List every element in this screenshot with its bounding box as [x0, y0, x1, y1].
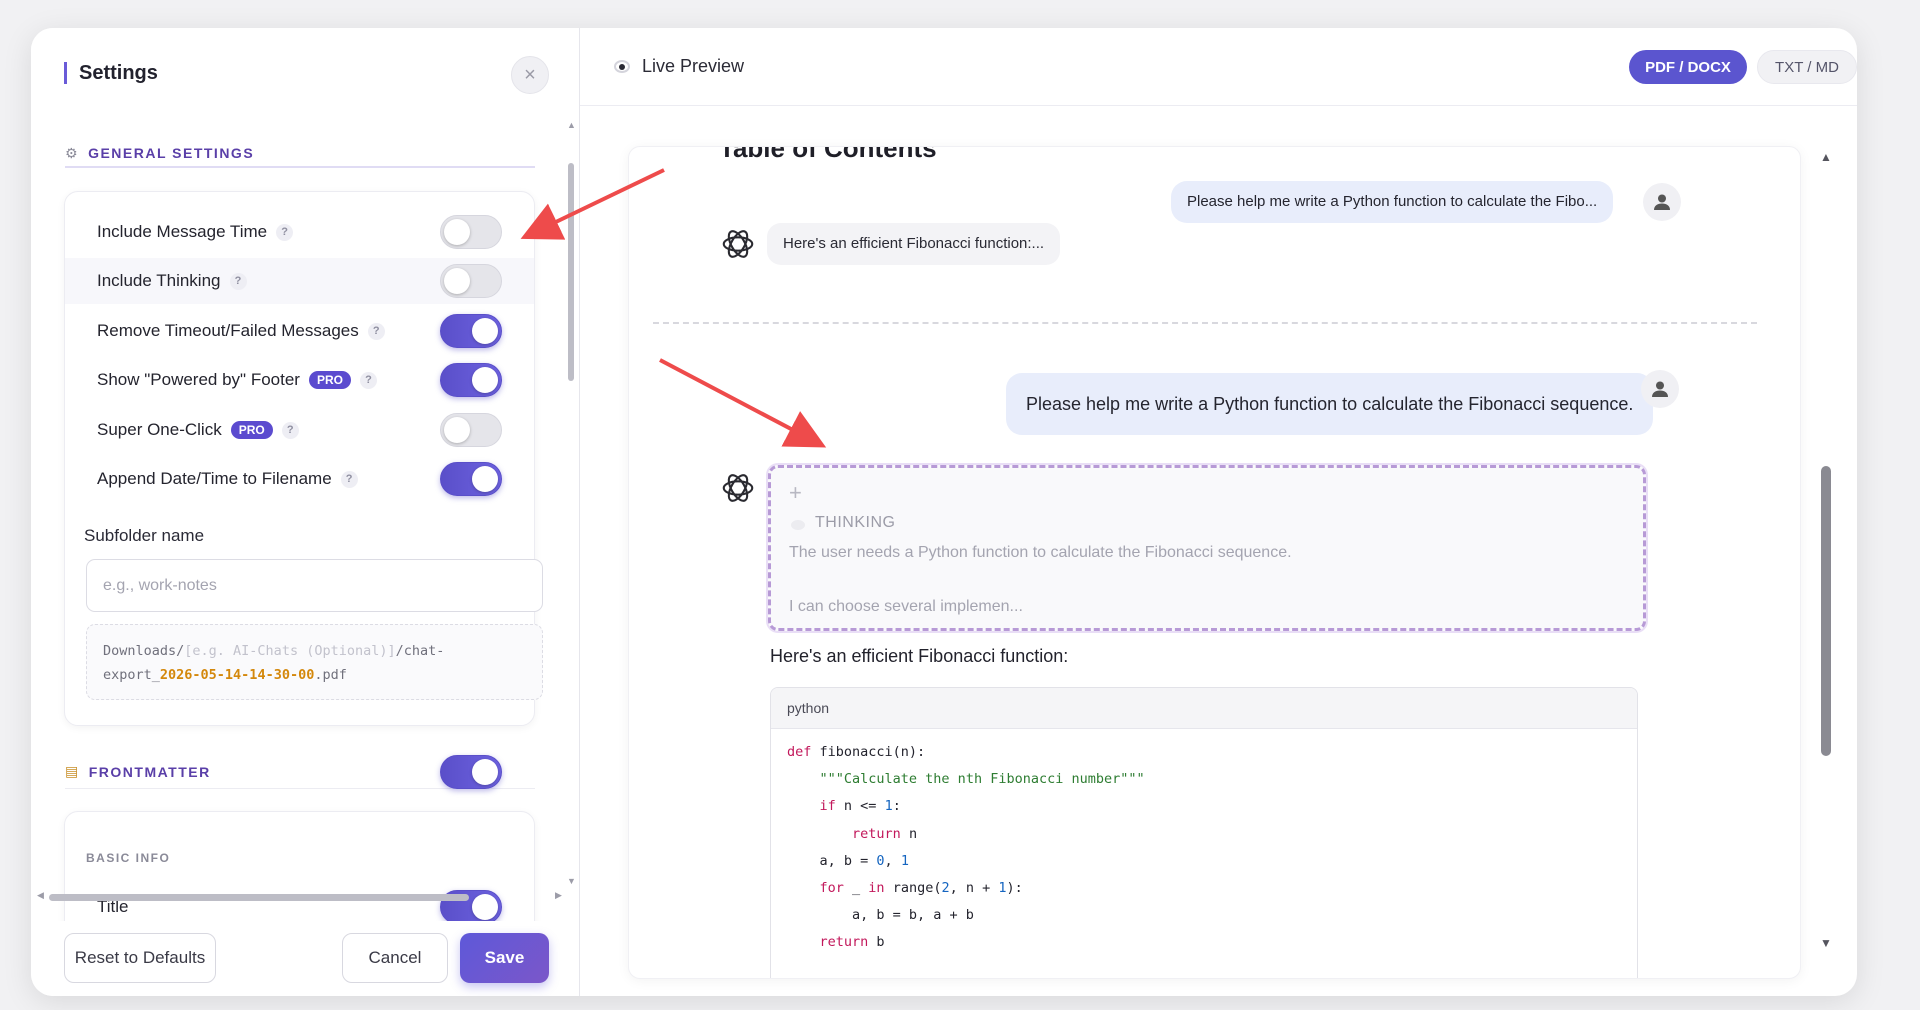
toggle-remove-timeout[interactable]: [440, 314, 502, 348]
thinking-label: THINKING: [815, 514, 896, 531]
filename-preview: Downloads/[e.g. AI-Chats (Optional)]/cha…: [86, 624, 543, 700]
settings-panel: Settings × ⚙ GENERAL SETTINGS Include Me…: [31, 28, 580, 996]
pro-badge: PRO: [230, 421, 273, 439]
document-icon: ▤: [65, 763, 80, 779]
app-window: Settings × ⚙ GENERAL SETTINGS Include Me…: [31, 28, 1857, 996]
scroll-down-icon[interactable]: ▼: [567, 876, 576, 886]
preview-title: Live Preview: [642, 56, 745, 76]
horizontal-scroll-thumb[interactable]: [49, 894, 469, 901]
user-avatar-icon: [1641, 370, 1679, 408]
scroll-right-icon[interactable]: ▶: [555, 890, 562, 901]
section-divider: [653, 322, 1757, 324]
settings-scroll-area[interactable]: ⚙ GENERAL SETTINGS Include Message Time …: [31, 118, 580, 921]
path-timestamp: 2026-05-14-14-30-00: [159, 667, 315, 683]
toggle-knob: [472, 367, 498, 393]
path-ext: .pdf: [314, 667, 347, 683]
help-icon[interactable]: ?: [229, 272, 247, 290]
thinking-block[interactable]: + THINKING The user needs a Python funct…: [768, 465, 1646, 631]
cancel-button[interactable]: Cancel: [342, 933, 448, 983]
toggle-knob: [472, 318, 498, 344]
user-avatar-icon: [1643, 183, 1681, 221]
close-button[interactable]: ×: [511, 56, 549, 94]
option-label: Include Thinking: [97, 271, 221, 290]
format-pdf-docx-button[interactable]: PDF / DOCX: [1629, 50, 1747, 84]
help-icon[interactable]: ?: [367, 322, 385, 340]
toggle-frontmatter[interactable]: [440, 755, 502, 789]
general-settings-heading: ⚙ GENERAL SETTINGS: [65, 140, 535, 168]
code-language-label: python: [771, 688, 1637, 729]
subfolder-label: Subfolder name: [84, 526, 205, 545]
toggle-include-thinking[interactable]: [440, 264, 502, 298]
code-block: python def fibonacci(n): """Calculate th…: [770, 687, 1638, 978]
thinking-line-1: The user needs a Python function to calc…: [789, 544, 1292, 561]
option-label: Show "Powered by" Footer: [97, 370, 300, 389]
help-icon[interactable]: ?: [281, 421, 299, 439]
toggle-knob: [444, 417, 470, 443]
toggle-knob: [472, 466, 498, 492]
option-label: Super One-Click: [97, 420, 222, 439]
path-prefix: Downloads/: [103, 643, 185, 659]
option-include-thinking: Include Thinking ?: [65, 258, 534, 304]
settings-header: Settings ×: [31, 28, 580, 118]
scroll-up-icon[interactable]: ▲: [567, 120, 576, 130]
thought-bubble-icon: [791, 520, 805, 530]
preview-panel: Live Preview PDF / DOCX TXT / MD Table o…: [580, 28, 1857, 996]
preview-header: Live Preview PDF / DOCX TXT / MD: [580, 28, 1857, 106]
preview-scroll-down-icon[interactable]: ▼: [1820, 936, 1832, 950]
preview-scroll-up-icon[interactable]: ▲: [1820, 150, 1832, 164]
option-label: Append Date/Time to Filename: [97, 469, 332, 488]
toc-ai-message: Here's an efficient Fibonacci function:.…: [767, 223, 1061, 265]
toc-title: Table of Contents: [719, 146, 937, 163]
openai-logo-icon: [722, 474, 754, 502]
reset-to-defaults-button[interactable]: Reset to Defaults: [64, 933, 216, 983]
help-icon[interactable]: ?: [359, 371, 377, 389]
user-message: Please help me write a Python function t…: [1006, 373, 1654, 435]
toggle-knob: [444, 268, 470, 294]
eye-icon: [614, 60, 630, 73]
option-include-message-time: Include Message Time ?: [65, 209, 534, 255]
document-preview[interactable]: Table of Contents Please help me write a…: [628, 146, 1801, 979]
answer-text: Here's an efficient Fibonacci function:: [770, 646, 1069, 666]
vertical-scroll-thumb[interactable]: [568, 163, 574, 381]
close-icon: ×: [524, 63, 536, 86]
openai-logo-icon: [722, 230, 754, 258]
toggle-super-one-click[interactable]: [440, 413, 502, 447]
preview-scroll-thumb[interactable]: [1821, 466, 1831, 756]
settings-title: Settings: [64, 62, 158, 84]
option-powered-by-footer: Show "Powered by" Footer PRO ?: [65, 357, 534, 403]
thinking-line-2: I can choose several implemen...: [789, 598, 1023, 615]
option-label: Include Message Time: [97, 222, 268, 241]
frontmatter-heading: ▤ FRONTMATTER: [65, 755, 535, 789]
toggle-knob: [444, 219, 470, 245]
frontmatter-card: Title: [64, 811, 535, 921]
option-remove-timeout: Remove Timeout/Failed Messages ?: [65, 308, 534, 354]
settings-footer: Reset to Defaults Cancel Save: [31, 921, 580, 996]
general-settings-title: GENERAL SETTINGS: [88, 145, 255, 161]
expand-icon[interactable]: +: [789, 480, 802, 506]
pro-badge: PRO: [308, 371, 351, 389]
help-icon[interactable]: ?: [276, 223, 294, 241]
subfolder-input[interactable]: [86, 559, 543, 612]
option-title: Title: [65, 884, 534, 921]
save-button[interactable]: Save: [460, 933, 549, 983]
toggle-append-datetime[interactable]: [440, 462, 502, 496]
option-append-datetime: Append Date/Time to Filename ?: [65, 456, 534, 502]
toc-user-message: Please help me write a Python function t…: [1171, 181, 1614, 223]
toggle-include-message-time[interactable]: [440, 215, 502, 249]
path-placeholder: [e.g. AI-Chats (Optional)]: [184, 643, 396, 659]
code-body: def fibonacci(n): """Calculate the nth F…: [787, 744, 1145, 951]
format-txt-md-button[interactable]: TXT / MD: [1757, 50, 1857, 84]
option-label: Remove Timeout/Failed Messages: [97, 321, 359, 340]
help-icon[interactable]: ?: [340, 470, 358, 488]
toggle-knob: [472, 759, 498, 785]
basic-info-heading: BASIC INFO: [86, 851, 171, 865]
gear-icon: ⚙: [65, 144, 80, 161]
toggle-powered-by-footer[interactable]: [440, 363, 502, 397]
option-super-one-click: Super One-Click PRO ?: [65, 407, 534, 453]
frontmatter-title: FRONTMATTER: [88, 763, 211, 780]
scroll-left-icon[interactable]: ◀: [37, 890, 44, 901]
